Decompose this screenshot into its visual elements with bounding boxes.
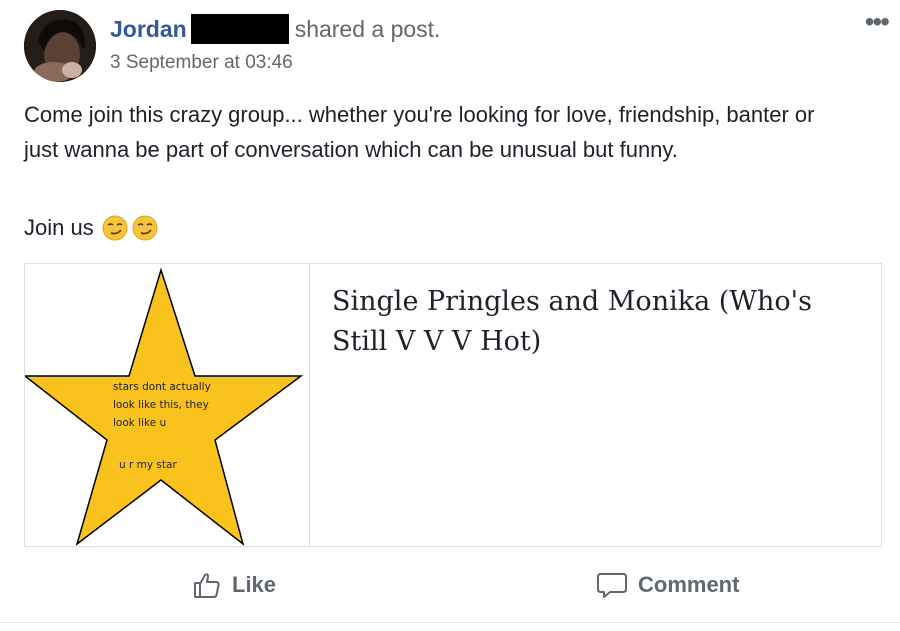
star-caption-line4: u r my star (119, 459, 177, 471)
avatar-photo (24, 10, 96, 82)
smirk-emoji-icon (102, 215, 128, 240)
star-graphic: stars dont actually look like this, they… (22, 267, 304, 546)
author-name-link[interactable]: Jordan (110, 16, 187, 42)
post-body-text: Come join this crazy group... whether yo… (24, 102, 815, 162)
like-label: Like (232, 572, 277, 597)
star-caption-line2: look like this, they (113, 399, 209, 411)
join-line: Join us (24, 210, 158, 245)
link-card-title[interactable]: Single Pringles and Monika (Who's Still … (332, 282, 862, 362)
star-caption-line1: stars dont actually (113, 381, 211, 393)
post-timestamp[interactable]: 3 September at 03:46 (110, 52, 293, 74)
shared-post-text: shared a post. (294, 16, 441, 42)
like-button[interactable]: Like (192, 560, 276, 610)
link-preview-card[interactable]: stars dont actually look like this, they… (22, 263, 882, 547)
post-action-bar: Like Comment (0, 560, 900, 610)
smirk-emoji-icon (132, 215, 158, 240)
avatar[interactable] (24, 10, 96, 82)
more-options-button[interactable]: ••• (865, 8, 890, 36)
divider (0, 622, 900, 623)
shared-post: Jordan shared a post. 3 September at 03:4… (0, 0, 900, 631)
star-preview-image: stars dont actually look like this, they… (22, 264, 310, 546)
redaction-bar (190, 14, 289, 44)
thumbs-up-icon (194, 573, 220, 598)
star-caption-line3: look like u (113, 417, 166, 429)
author-line: Jordan shared a post. (110, 14, 440, 44)
comment-label: Comment (638, 572, 740, 597)
speech-bubble-icon (597, 573, 627, 598)
join-text: Join us (24, 215, 94, 240)
comment-button[interactable]: Comment (596, 560, 739, 610)
